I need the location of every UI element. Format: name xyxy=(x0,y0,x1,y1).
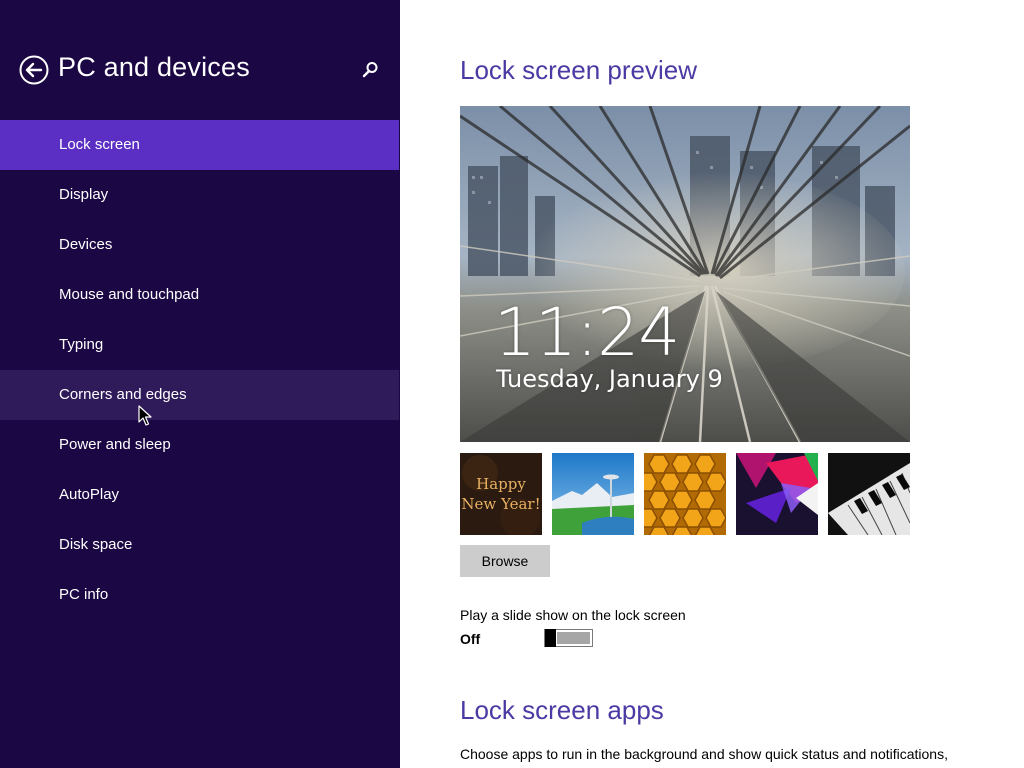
sidebar-item-disk-space[interactable]: Disk space xyxy=(0,520,400,570)
sidebar-item-devices[interactable]: Devices xyxy=(0,220,400,270)
content-pane: Lock screen preview 11:24 Tuesday, Janua… xyxy=(400,0,1024,768)
sidebar-item-autoplay[interactable]: AutoPlay xyxy=(0,470,400,520)
toggle-track xyxy=(557,632,590,644)
background-thumbnails: Happy New Year! xyxy=(460,453,910,535)
sidebar-item-power-and-sleep[interactable]: Power and sleep xyxy=(0,420,400,470)
preview-time: 11:24 xyxy=(494,294,680,371)
lock-screen-preview: 11:24 Tuesday, January 9 xyxy=(460,106,910,442)
settings-window: PC and devices Lock screen Display Devic… xyxy=(0,0,1024,768)
search-button[interactable] xyxy=(360,60,380,80)
browse-button[interactable]: Browse xyxy=(460,545,550,577)
sidebar-item-corners-and-edges[interactable]: Corners and edges xyxy=(0,370,399,420)
slideshow-label: Play a slide show on the lock screen xyxy=(460,607,686,623)
sidebar-item-typing[interactable]: Typing xyxy=(0,320,400,370)
thumbnail-happy-new-year[interactable]: Happy New Year! xyxy=(460,453,542,535)
preview-date: Tuesday, January 9 xyxy=(496,365,723,393)
thumbnail-text-line2: New Year! xyxy=(461,495,541,513)
thumbnail-space-needle[interactable] xyxy=(552,453,634,535)
back-button[interactable] xyxy=(19,55,49,85)
back-arrow-icon xyxy=(19,55,49,85)
sidebar-nav: Lock screen Display Devices Mouse and to… xyxy=(0,120,400,620)
page-title: PC and devices xyxy=(58,52,250,82)
apps-heading: Lock screen apps xyxy=(460,695,664,725)
slideshow-state: Off xyxy=(460,631,481,647)
thumbnail-colorful-shapes[interactable] xyxy=(736,453,818,535)
mouse-cursor-icon xyxy=(138,405,152,427)
sidebar-item-lock-screen[interactable]: Lock screen xyxy=(0,120,399,170)
sidebar-item-pc-info[interactable]: PC info xyxy=(0,570,400,620)
thumbnail-piano-keys[interactable] xyxy=(828,453,910,535)
sidebar: PC and devices Lock screen Display Devic… xyxy=(0,0,400,768)
toggle-knob xyxy=(545,629,556,647)
search-icon xyxy=(362,62,378,78)
preview-heading: Lock screen preview xyxy=(460,55,697,85)
sidebar-item-display[interactable]: Display xyxy=(0,170,400,220)
sidebar-item-mouse-and-touchpad[interactable]: Mouse and touchpad xyxy=(0,270,400,320)
apps-description: Choose apps to run in the background and… xyxy=(460,746,948,762)
thumbnail-honeycomb[interactable] xyxy=(644,453,726,535)
slideshow-toggle[interactable] xyxy=(544,629,593,647)
thumbnail-text-line1: Happy xyxy=(476,475,526,493)
